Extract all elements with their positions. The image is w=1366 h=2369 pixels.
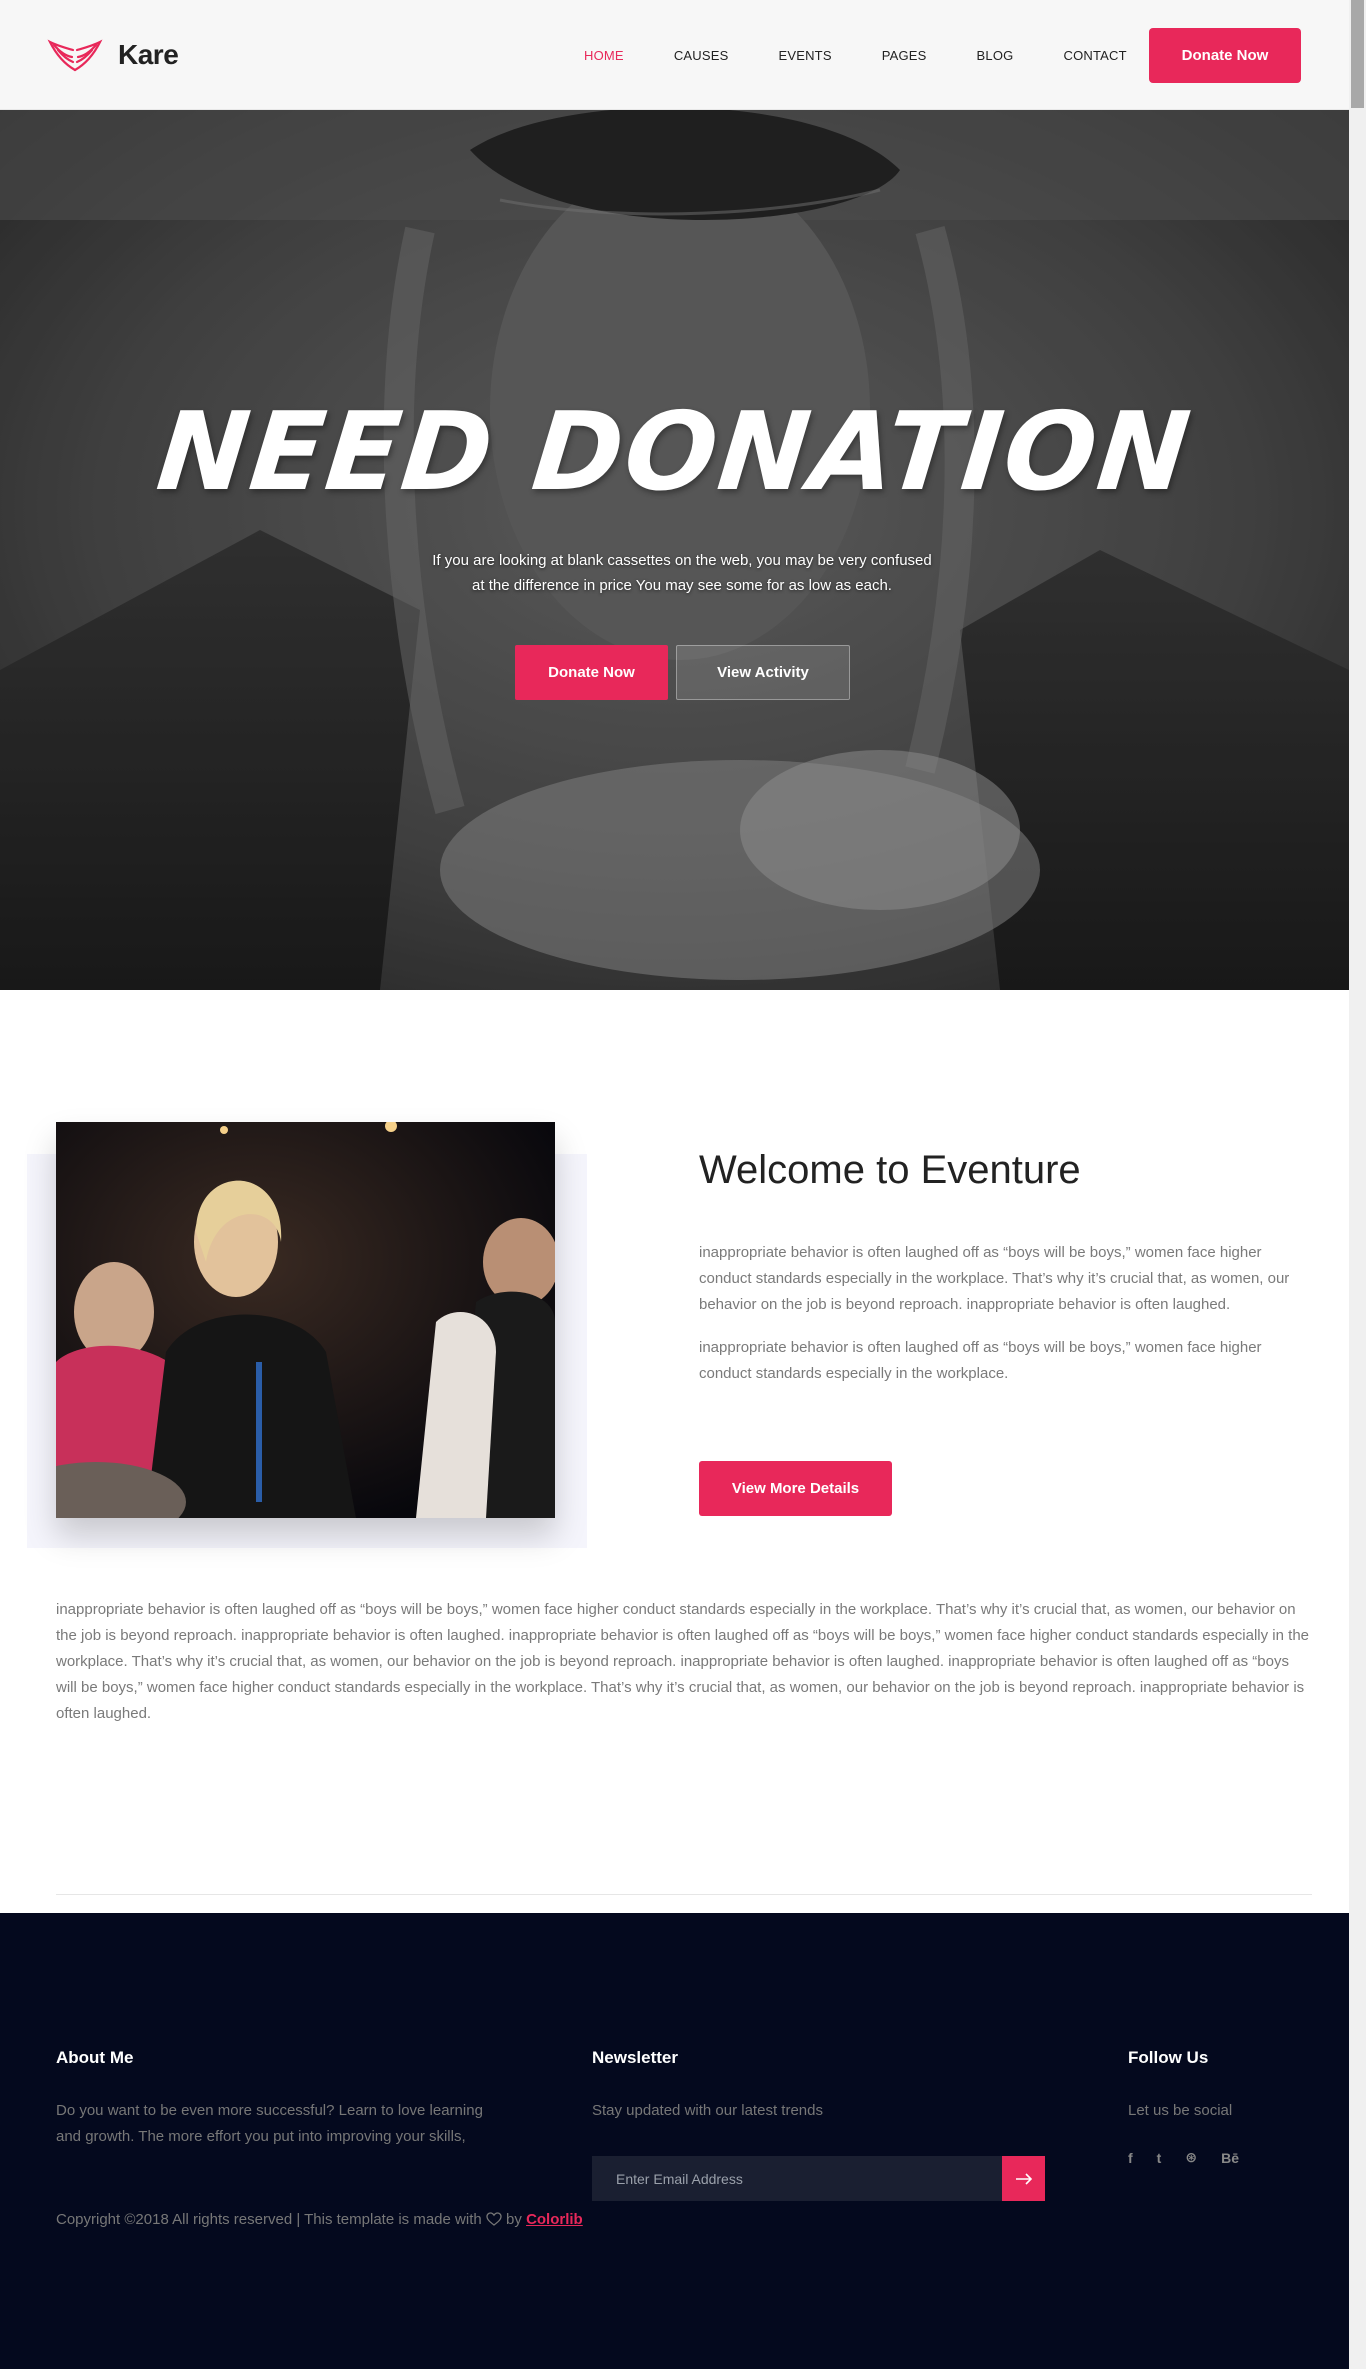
copyright: Copyright ©2018 All rights reserved | Th… — [56, 2211, 583, 2228]
about-heading: About Me — [56, 2048, 134, 2067]
hero-donate-button[interactable]: Donate Now — [515, 645, 668, 700]
nav-events[interactable]: EVENTS — [778, 48, 831, 63]
about-text: Do you want to be even more successful? … — [56, 2102, 483, 2145]
body-text: inappropriate behavior is often laughed … — [56, 1601, 1309, 1722]
copyright-text: Copyright ©2018 All rights reserved | Th… — [56, 2211, 482, 2228]
scrollbar-thumb[interactable] — [1351, 0, 1364, 108]
section-divider — [56, 1894, 1312, 1895]
subscribe-button[interactable] — [1002, 2156, 1045, 2201]
newsletter-heading: Newsletter — [592, 2048, 678, 2067]
header-donate-button[interactable]: Donate Now — [1149, 28, 1301, 83]
site-footer: About Me Do you want to be even more suc… — [0, 1913, 1349, 2369]
welcome-paragraph-1: inappropriate behavior is often laughed … — [699, 1244, 1290, 1313]
hero-subtitle-line-1: If you are looking at blank cassettes on… — [432, 552, 932, 569]
heart-icon — [486, 2212, 502, 2226]
logo[interactable]: Kare — [46, 36, 179, 74]
behance-icon[interactable]: Bē — [1221, 2150, 1239, 2166]
main-nav: HOME CAUSES EVENTS PAGES BLOG CONTACT — [584, 48, 1177, 63]
twitter-icon[interactable]: t — [1157, 2150, 1162, 2166]
nav-pages[interactable]: PAGES — [882, 48, 927, 63]
nav-contact[interactable]: CONTACT — [1063, 48, 1126, 63]
hero-banner: NEED DONATION If you are looking at blan… — [0, 110, 1349, 990]
email-input[interactable] — [592, 2156, 1002, 2201]
page-scrollbar[interactable] — [1349, 0, 1366, 2369]
colorlib-link[interactable]: Colorlib — [526, 2211, 583, 2228]
conference-image — [56, 1122, 555, 1518]
view-more-details-button[interactable]: View More Details — [699, 1461, 892, 1516]
conference-photo — [56, 1122, 555, 1518]
hero-subtitle-line-2: at the difference in price You may see s… — [472, 577, 892, 594]
welcome-paragraph-2: inappropriate behavior is often laughed … — [699, 1339, 1262, 1382]
welcome-title: Welcome to Eventure — [699, 1148, 1081, 1192]
facebook-icon[interactable]: f — [1128, 2150, 1133, 2166]
nav-causes[interactable]: CAUSES — [674, 48, 729, 63]
logo-text: Kare — [118, 39, 179, 70]
view-activity-button[interactable]: View Activity — [676, 645, 850, 700]
site-header: Kare HOME CAUSES EVENTS PAGES BLOG CONTA… — [0, 0, 1349, 110]
copyright-by: by — [506, 2211, 522, 2228]
follow-text: Let us be social — [1128, 2102, 1233, 2119]
arrow-right-icon — [1015, 2172, 1032, 2185]
newsletter-text: Stay updated with our latest trends — [592, 2102, 823, 2119]
wings-logo-icon — [47, 39, 103, 72]
dribbble-icon[interactable]: ⊛ — [1185, 2149, 1197, 2166]
hero-subtitle: If you are looking at blank cassettes on… — [424, 548, 940, 598]
nav-blog[interactable]: BLOG — [977, 48, 1014, 63]
follow-heading: Follow Us — [1128, 2048, 1209, 2067]
hero-title: NEED DONATION — [151, 390, 1198, 515]
nav-home[interactable]: HOME — [584, 48, 624, 63]
social-links: f t ⊛ Bē — [1128, 2149, 1239, 2166]
